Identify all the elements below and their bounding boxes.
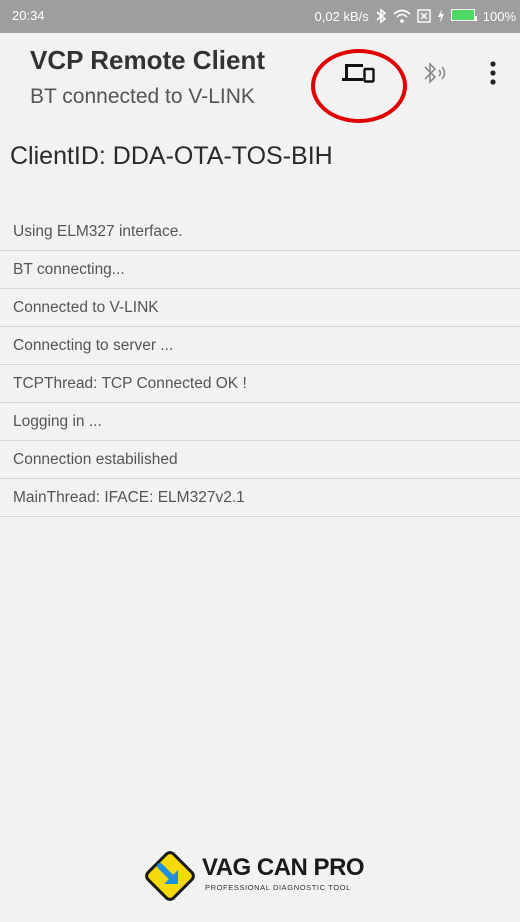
vag-can-pro-logo: VAG CAN PRO PROFESSIONAL DIAGNOSTIC TOOL <box>140 846 380 906</box>
client-id: ClientID: DDA-OTA-TOS-BIH <box>10 142 333 170</box>
log-item: BT connecting... <box>0 251 520 289</box>
status-bar: 20:34 0,02 kB/s 100% <box>0 0 520 33</box>
connection-subtitle: BT connected to V-LINK <box>30 85 255 108</box>
logo-name: VAG CAN PRO <box>202 854 365 881</box>
log-item: MainThread: IFACE: ELM327v2.1 <box>0 479 520 517</box>
wifi-icon <box>393 9 411 23</box>
log-item: Logging in ... <box>0 403 520 441</box>
log-item: Using ELM327 interface. <box>0 213 520 251</box>
logo-diamond-icon <box>145 851 195 901</box>
network-speed: 0,02 kB/s <box>314 8 369 24</box>
app-bar: VCP Remote Client BT connected to V-LINK <box>0 33 520 115</box>
battery-level: 100% <box>482 8 516 24</box>
more-vert-icon <box>490 60 496 90</box>
bluetooth-audio-button[interactable] <box>414 55 458 95</box>
log-item: Connection estabilished <box>0 441 520 479</box>
sim-icon <box>417 9 431 23</box>
charging-icon <box>437 9 445 23</box>
overflow-menu-button[interactable] <box>478 55 508 95</box>
bluetooth-audio-icon <box>421 60 451 91</box>
log-list: Using ELM327 interface. BT connecting...… <box>0 213 520 517</box>
screen: 20:34 0,02 kB/s 100% VCP Remote Client B… <box>0 0 520 922</box>
status-time: 20:34 <box>12 8 45 23</box>
bluetooth-icon <box>375 8 387 24</box>
battery-icon <box>450 8 477 24</box>
log-item: TCPThread: TCP Connected OK ! <box>0 365 520 403</box>
app-title: VCP Remote Client <box>30 45 266 75</box>
status-icons: 0,02 kB/s 100% <box>315 6 516 26</box>
logo-tagline: PROFESSIONAL DIAGNOSTIC TOOL <box>205 883 351 892</box>
log-item: Connected to V-LINK <box>0 289 520 327</box>
highlight-annotation <box>311 49 407 123</box>
log-item: Connecting to server ... <box>0 327 520 365</box>
